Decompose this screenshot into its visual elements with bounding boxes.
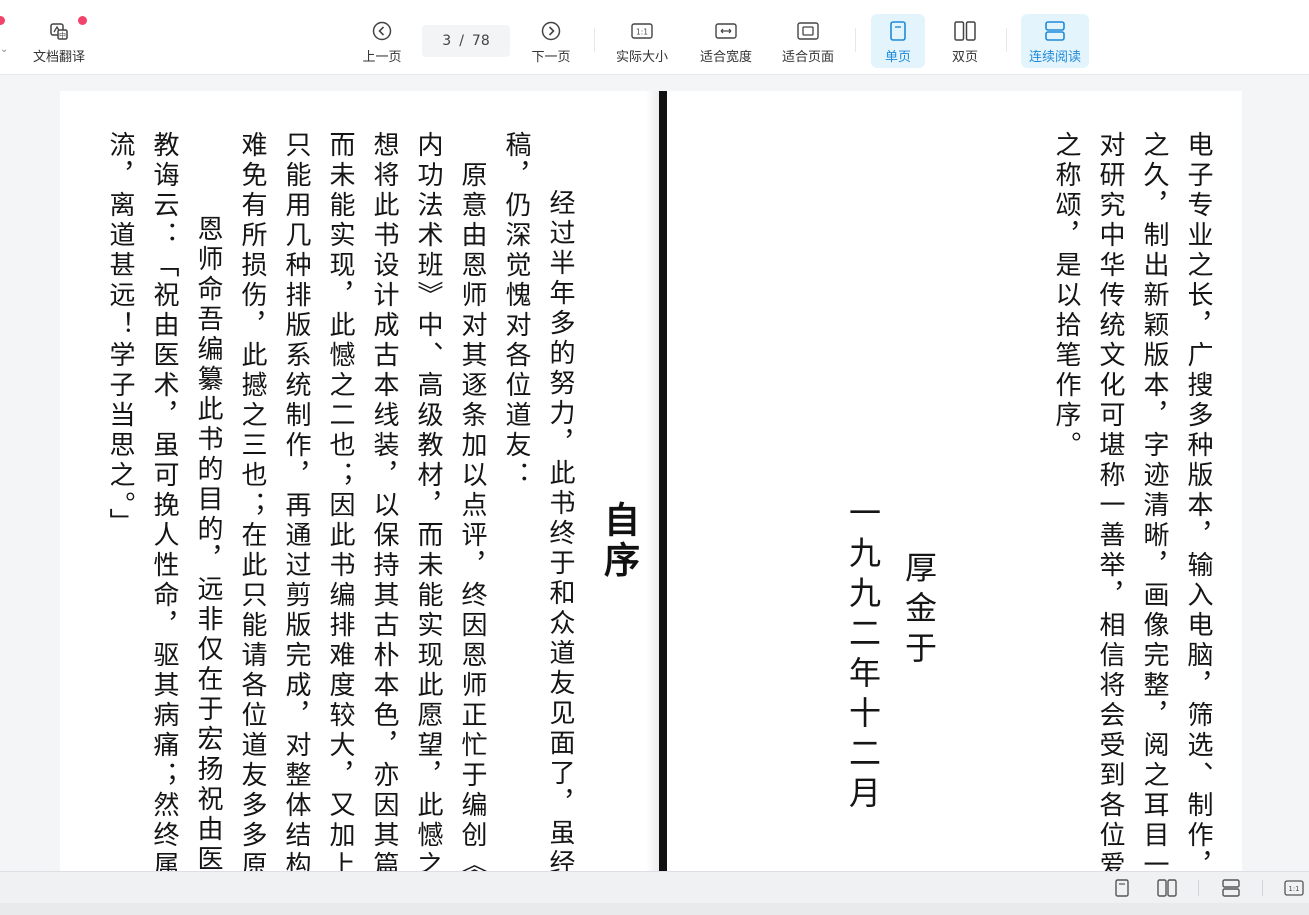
toolbar-divider (594, 28, 595, 52)
prev-page-button[interactable]: 上一页 (356, 14, 408, 68)
text-column: 难免有所损伤，此撼之三也；在此只能请各位道友多多原谅 (237, 131, 267, 871)
bottom-status-bar: 1:1 (0, 871, 1309, 904)
actual-size-icon: 1:1 (631, 20, 653, 42)
page-number-field[interactable]: 3 / 78 (422, 25, 510, 57)
chevron-down-icon[interactable]: ⌄ (0, 44, 8, 55)
fit-width-button[interactable]: 适合宽度 (694, 14, 758, 68)
text-column: 恩师命吾编纂此书的目的，远非仅在于宏扬祝由医术， (193, 185, 223, 871)
bottom-strip (0, 903, 1309, 915)
toolbar-divider (1006, 28, 1007, 52)
statusbar-divider (1262, 880, 1263, 896)
continuous-icon (1044, 20, 1066, 42)
single-page-icon (887, 20, 909, 42)
single-page-button[interactable]: 单页 (871, 14, 925, 68)
page-title: 自序 (598, 501, 640, 581)
fit-page-label: 适合页面 (781, 50, 834, 65)
left-page: 自序 经过半年多的努力，此书终于和众道友见面了，虽经三 稿，仍深觉愧对各位道友：… (60, 91, 660, 871)
fit-page-icon (797, 20, 819, 42)
continuous-reading-label: 连续阅读 (1028, 50, 1081, 65)
text-column: 稿，仍深觉愧对各位道友： (501, 131, 531, 491)
continuous-reading-button[interactable]: 连续阅读 (1021, 14, 1089, 68)
svg-text:中: 中 (59, 31, 66, 40)
single-page-label: 单页 (884, 50, 911, 65)
translate-button[interactable]: 中 文档翻译 (28, 14, 90, 68)
translate-icon: 中 (48, 20, 70, 42)
document-viewport[interactable]: 自序 经过半年多的努力，此书终于和众道友见面了，虽经三 稿，仍深觉愧对各位道友：… (60, 91, 1242, 871)
total-pages: 78 (471, 33, 490, 49)
current-page[interactable]: 3 (442, 33, 451, 49)
translate-label: 文档翻译 (32, 50, 85, 65)
text-column: 之称颂，是以拾笔作序。 (1051, 131, 1081, 461)
notification-dot (0, 16, 5, 25)
author-signature: 厚金于 (900, 551, 938, 671)
actual-size-text: 1:1 (1288, 885, 1299, 893)
text-column: 之久，制出新颖版本，字迹清晰，画像完整，阅之耳目一新。 (1139, 131, 1169, 871)
double-page-icon[interactable] (1157, 878, 1177, 898)
next-page-label: 下一页 (531, 50, 571, 65)
text-column: 而未能实现，此憾之二也；因此书编排难度较大，又加上是 (325, 131, 355, 871)
text-column: 想将此书设计成古本线装，以保持其古朴本色，亦因其篇幅 (369, 131, 399, 871)
statusbar-divider (1198, 880, 1199, 896)
preface-date: 一九九二年十二月 (844, 496, 882, 816)
continuous-icon[interactable] (1221, 878, 1241, 898)
double-page-button[interactable]: 双页 (938, 14, 992, 68)
scan-shadow (646, 91, 660, 871)
double-page-icon (954, 20, 976, 42)
top-toolbar: ⌄ 中 文档翻译 上一页 3 / 78 下一页 1:1 实际大小 适合宽度 适合… (0, 0, 1309, 75)
fit-width-label: 适合宽度 (699, 50, 752, 65)
chevron-right-circle-icon (540, 20, 562, 42)
text-column: 只能用几种排版系统制作，再通过剪版完成，对整体结构的 (281, 131, 311, 871)
text-column: 教诲云：「祝由医术，虽可挽人性命，驱其病痛；然终属术 (149, 131, 179, 871)
next-page-button[interactable]: 下一页 (525, 14, 577, 68)
text-column: 对研究中华传统文化可堪称一善举，相信将会受到各位爱 (1095, 131, 1125, 871)
fit-page-button[interactable]: 适合页面 (776, 14, 840, 68)
text-column: 经过半年多的努力，此书终于和众道友见面了，虽经三 (545, 189, 575, 871)
actual-size-button[interactable]: 1:1 实际大小 (610, 14, 674, 68)
text-column: 内功法术班》中、高级教材，而未能实现此愿望，此憾之一； (413, 131, 443, 871)
single-page-icon[interactable] (1112, 878, 1132, 898)
fit-width-icon (715, 20, 737, 42)
prev-page-label: 上一页 (362, 50, 402, 65)
page-separator: / (459, 33, 464, 49)
right-page: 电子专业之长，广搜多种版本，输入电脑，筛选、制作，伏案 之久，制出新颖版本，字迹… (664, 91, 1242, 871)
actual-size-label: 实际大小 (615, 50, 668, 65)
actual-size-icon[interactable]: 1:1 (1284, 878, 1304, 898)
chevron-left-circle-icon (371, 20, 393, 42)
toolbar-divider (855, 28, 856, 52)
double-page-label: 双页 (951, 50, 978, 65)
text-column: 电子专业之长，广搜多种版本，输入电脑，筛选、制作，伏案 (1183, 131, 1213, 871)
text-column: 流，离道甚远！学子当思之。」 (105, 131, 135, 538)
actual-size-text: 1:1 (636, 28, 648, 37)
text-column: 原意由恩师对其逐条加以点评，终因恩师正忙于编创《 (457, 131, 487, 871)
